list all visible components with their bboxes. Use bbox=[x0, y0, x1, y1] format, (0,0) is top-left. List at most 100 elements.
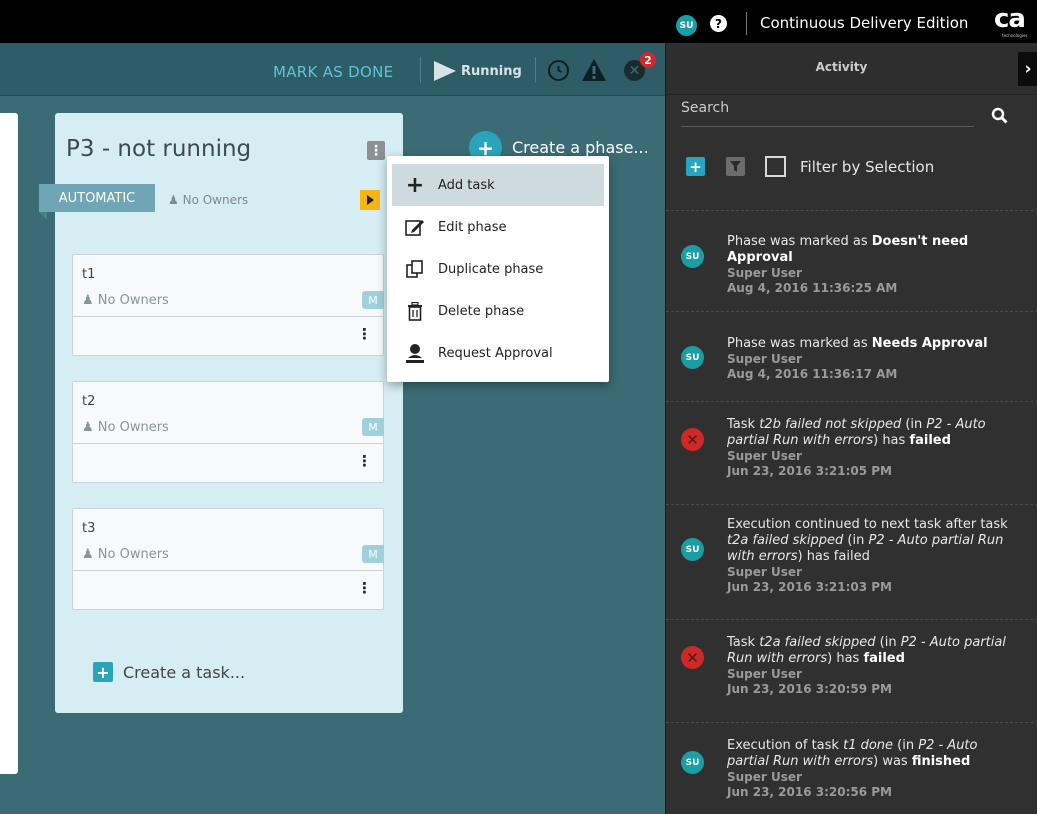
play-icon[interactable] bbox=[434, 61, 456, 81]
message-text: Task bbox=[727, 417, 760, 432]
message-text: ) has failed bbox=[797, 549, 870, 564]
task-owners-label: No Owners bbox=[97, 420, 169, 435]
activity-user: Super User bbox=[727, 565, 802, 579]
manual-badge: M bbox=[362, 545, 384, 563]
help-icon[interactable]: ? bbox=[710, 15, 727, 32]
activity-message: Execution continued to next task after t… bbox=[727, 517, 1017, 595]
message-text: Execution of task bbox=[727, 738, 844, 753]
user-avatar: SU bbox=[681, 538, 704, 561]
release-toolbar: MARK AS DONE Running ✕ 2 bbox=[0, 43, 665, 96]
message-text: Phase was marked as bbox=[727, 336, 872, 351]
task-card[interactable]: t1 ♟ No Owners M ⋮ bbox=[72, 254, 384, 356]
task-owners[interactable]: ♟ No Owners bbox=[82, 547, 169, 562]
task-menu-icon[interactable]: ⋮ bbox=[357, 325, 372, 343]
divider bbox=[73, 443, 383, 444]
message-italic: t1 done bbox=[843, 738, 894, 753]
task-menu-icon[interactable]: ⋮ bbox=[357, 579, 372, 597]
message-text: ) was bbox=[873, 754, 912, 769]
message-text: Execution continued to next task after t… bbox=[727, 517, 1008, 532]
error-icon: ✕ bbox=[681, 646, 704, 669]
task-name[interactable]: t1 bbox=[82, 267, 95, 282]
manual-badge: M bbox=[362, 418, 384, 436]
message-text: Phase was marked as bbox=[727, 234, 872, 249]
filter-icon[interactable] bbox=[726, 157, 745, 176]
message-italic: t2b failed not skipped bbox=[759, 417, 902, 432]
phase-owners[interactable]: ♟ No Owners bbox=[168, 193, 248, 207]
task-card[interactable]: t3 ♟ No Owners M ⋮ bbox=[72, 508, 384, 610]
message-emphasis: failed bbox=[909, 433, 951, 448]
message-italic: t2a failed skipped bbox=[759, 635, 876, 650]
message-text: (in bbox=[901, 417, 927, 432]
filter-by-selection-checkbox[interactable] bbox=[765, 156, 786, 177]
message-text: Task bbox=[727, 635, 760, 650]
activity-time: Jun 23, 2016 3:20:56 PM bbox=[727, 785, 892, 799]
task-owners[interactable]: ♟ No Owners bbox=[82, 293, 169, 308]
activity-time: Jun 23, 2016 3:21:03 PM bbox=[727, 580, 892, 594]
message-text: ) has bbox=[827, 651, 864, 666]
trash-icon bbox=[402, 301, 428, 321]
activity-user: Super User bbox=[727, 667, 802, 681]
menu-item-label: Duplicate phase bbox=[438, 261, 544, 277]
create-phase-label: Create a phase... bbox=[512, 138, 649, 157]
activity-time: Jun 23, 2016 3:21:05 PM bbox=[727, 464, 892, 478]
menu-item-edit-phase[interactable]: Edit phase bbox=[392, 206, 604, 248]
activity-entry: SU Phase was marked as Needs Approval Su… bbox=[666, 311, 1037, 401]
user-avatar: SU bbox=[681, 346, 704, 369]
task-name[interactable]: t3 bbox=[82, 521, 95, 536]
activity-user: Super User bbox=[727, 266, 802, 280]
add-comment-button[interactable]: + bbox=[686, 157, 705, 176]
clock-icon[interactable] bbox=[548, 60, 569, 81]
previous-phase-card bbox=[0, 113, 18, 774]
top-bar: SU ? Continuous Delivery Edition ca tech… bbox=[0, 0, 1037, 43]
task-name[interactable]: t2 bbox=[82, 394, 95, 409]
duplicate-icon bbox=[402, 259, 428, 279]
phase-menu-button[interactable]: ⋮ bbox=[367, 141, 385, 160]
create-task-button[interactable]: + Create a task... bbox=[93, 662, 245, 682]
task-card[interactable]: t2 ♟ No Owners M ⋮ bbox=[72, 381, 384, 483]
divider bbox=[420, 57, 421, 83]
activity-message: Phase was marked as Needs Approval Super… bbox=[727, 336, 1017, 382]
task-menu-icon[interactable]: ⋮ bbox=[357, 452, 372, 470]
divider bbox=[746, 12, 747, 35]
edition-title: Continuous Delivery Edition bbox=[760, 14, 969, 32]
activity-time: Aug 4, 2016 11:36:17 AM bbox=[727, 367, 898, 381]
user-icon: ♟ bbox=[168, 193, 179, 207]
divider bbox=[73, 316, 383, 317]
activity-user: Super User bbox=[727, 770, 802, 784]
phase-card: P3 - not running ⋮ AUTOMATIC ♟ No Owners… bbox=[39, 113, 403, 713]
user-avatar[interactable]: SU bbox=[676, 15, 697, 36]
ca-logo: ca bbox=[994, 4, 1026, 34]
activity-entry: SU Execution continued to next task afte… bbox=[666, 504, 1037, 619]
collapse-panel-button[interactable]: › bbox=[1018, 52, 1037, 86]
tag-fold bbox=[39, 212, 47, 220]
error-icon: ✕ bbox=[681, 428, 704, 451]
menu-item-delete-phase[interactable]: Delete phase bbox=[392, 290, 604, 332]
activity-message: Task t2a failed skipped (in P2 - Auto pa… bbox=[727, 635, 1017, 697]
user-icon: ♟ bbox=[82, 420, 94, 435]
start-phase-button[interactable] bbox=[360, 190, 380, 210]
message-emphasis: finished bbox=[911, 754, 971, 769]
status-running: Running bbox=[461, 64, 522, 79]
activity-time: Aug 4, 2016 11:36:25 AM bbox=[727, 281, 898, 295]
message-italic: t2a failed skipped bbox=[727, 533, 844, 548]
search-icon[interactable] bbox=[991, 107, 1008, 128]
task-owners[interactable]: ♟ No Owners bbox=[82, 420, 169, 435]
activity-message: Phase was marked as Doesn't need Approva… bbox=[727, 234, 1017, 296]
menu-item-request-approval[interactable]: Request Approval bbox=[392, 332, 604, 374]
warning-icon[interactable] bbox=[581, 58, 607, 86]
phase-type-tag: AUTOMATIC bbox=[39, 184, 155, 212]
menu-item-add-task[interactable]: + Add task bbox=[392, 164, 604, 206]
divider bbox=[535, 57, 536, 83]
plus-icon: + bbox=[405, 172, 425, 198]
menu-item-duplicate-phase[interactable]: Duplicate phase bbox=[392, 248, 604, 290]
phase-title[interactable]: P3 - not running bbox=[66, 136, 251, 162]
activity-message: Task t2b failed not skipped (in P2 - Aut… bbox=[727, 417, 1017, 479]
message-emphasis: Needs Approval bbox=[871, 336, 988, 351]
mark-as-done-button[interactable]: MARK AS DONE bbox=[273, 63, 393, 81]
menu-item-label: Add task bbox=[438, 177, 495, 193]
phase-owners-label: No Owners bbox=[182, 193, 249, 207]
message-text: (in bbox=[875, 635, 901, 650]
user-stamp-icon bbox=[402, 343, 428, 363]
search-input[interactable]: Search bbox=[681, 100, 974, 127]
message-text: ) has bbox=[873, 433, 910, 448]
